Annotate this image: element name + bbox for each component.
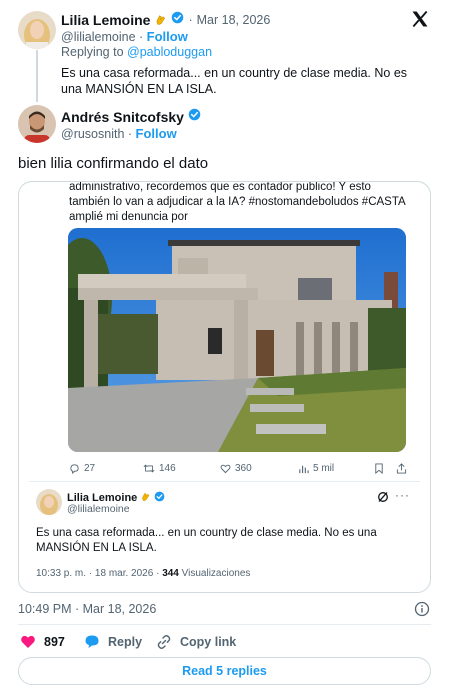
reply-label: Reply: [108, 634, 143, 649]
read-replies-button[interactable]: Read 5 replies: [18, 657, 431, 685]
clapping-hands-icon: [154, 13, 167, 28]
footer-divider: [18, 624, 431, 625]
reply-author-handle[interactable]: @rusosnith: [61, 127, 124, 141]
verified-badge-icon: [154, 489, 165, 507]
quoted-likes-count[interactable]: 360: [220, 463, 252, 474]
quoted-tweet-text: administrativo, recordemos que es contad…: [69, 181, 406, 223]
inner-views-label: Visualizaciones: [181, 568, 251, 579]
quoted-replies-count[interactable]: 27: [69, 463, 95, 474]
info-icon[interactable]: [414, 601, 430, 617]
house-photo-illustration: [68, 228, 406, 452]
inner-tweet-timestamp[interactable]: 10:33 p. m. · 18 mar. 2026 ·: [36, 568, 159, 579]
verified-badge-icon: [188, 108, 201, 126]
main-tweet-header: Lilia Lemoine · Mar 18, 2026: [61, 11, 271, 29]
replying-to-line: Replying to @pabloduggan: [61, 45, 213, 59]
heart-outline-icon: [220, 464, 231, 474]
author-handle[interactable]: @lilialemoine: [61, 30, 136, 44]
reply-author-name[interactable]: Andrés Snitcofsky: [61, 109, 184, 125]
clapping-hands-icon: [140, 489, 151, 507]
like-count: 897: [44, 634, 65, 649]
grok-icon[interactable]: [377, 490, 389, 502]
like-button[interactable]: 897: [20, 634, 65, 649]
inner-author-handle[interactable]: @lilialemoine: [67, 503, 130, 515]
author-avatar[interactable]: [18, 11, 56, 49]
share-icon[interactable]: [396, 463, 407, 474]
replying-to-handle[interactable]: @pabloduggan: [127, 45, 212, 59]
retweet-icon: [143, 464, 155, 473]
x-logo-icon[interactable]: [410, 9, 430, 29]
follow-button[interactable]: Follow: [147, 29, 188, 44]
link-icon: [157, 635, 171, 649]
more-options-icon[interactable]: ···: [395, 488, 410, 502]
author-name[interactable]: Lilia Lemoine: [61, 12, 150, 28]
quoted-retweets-count[interactable]: 146: [143, 463, 176, 474]
reply-button[interactable]: Reply: [84, 634, 142, 649]
verified-badge-icon: [171, 11, 184, 29]
reply-text: bien lilia confirmando el dato: [18, 155, 209, 172]
reply-author-avatar[interactable]: [18, 105, 56, 143]
inner-tweet-text: Es una casa reformada... en un country d…: [36, 527, 377, 554]
tweet-date[interactable]: Mar 18, 2026: [197, 13, 271, 27]
bookmark-icon[interactable]: [374, 463, 384, 474]
main-tweet-text: Es una casa reformada... en un country d…: [61, 66, 408, 96]
embedded-image-card[interactable]: administrativo, recordemos que es contad…: [18, 181, 431, 593]
inner-tweet-meta: 10:33 p. m. · 18 mar. 2026 · 344 Visuali…: [36, 568, 250, 579]
handle-row: @lilialemoine · Follow: [61, 29, 188, 44]
reply-header: Andrés Snitcofsky: [61, 108, 201, 126]
inner-views-count: 344: [162, 568, 179, 579]
heart-filled-icon: [21, 635, 35, 648]
reply-follow-button[interactable]: Follow: [136, 126, 177, 141]
inner-author-avatar[interactable]: [36, 489, 62, 515]
quoted-views-count[interactable]: 5 mil: [298, 463, 334, 474]
views-chart-icon: [299, 465, 309, 474]
copy-link-button[interactable]: Copy link: [156, 634, 236, 650]
tweet-timestamp[interactable]: 10:49 PM · Mar 18, 2026: [18, 602, 156, 616]
card-divider: [29, 481, 420, 482]
thread-connector: [36, 50, 38, 102]
copy-link-label: Copy link: [180, 635, 237, 649]
reply-bubble-icon: [85, 635, 99, 648]
reply-icon: [70, 464, 79, 474]
house-photo[interactable]: [68, 228, 406, 452]
reply-handle-row: @rusosnith · Follow: [61, 126, 177, 141]
